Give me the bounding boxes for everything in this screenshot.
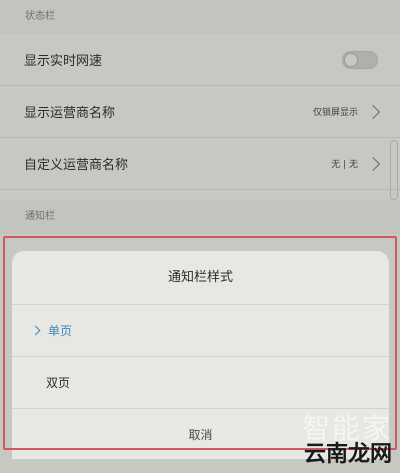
- setting-value: 无 | 无: [331, 160, 358, 170]
- setting-label: 自定义运营商名称: [24, 158, 129, 173]
- highlight-annotation-box: [3, 236, 397, 450]
- status-bar-section-header: 状态栏: [0, 0, 400, 34]
- setting-label: 显示实时网速: [24, 54, 103, 69]
- notification-section-header: 通知栏: [0, 200, 400, 234]
- setting-label: 显示运营商名称: [24, 106, 116, 121]
- chevron-right-icon: [365, 156, 381, 171]
- realtime-speed-toggle[interactable]: [342, 50, 378, 69]
- scrollbar[interactable]: [390, 140, 398, 200]
- setting-value: 仅锁屏显示: [312, 108, 358, 118]
- setting-row-custom-carrier-name[interactable]: 自定义运营商名称 无 | 无: [0, 138, 400, 190]
- chevron-right-icon: [365, 104, 381, 119]
- setting-row-realtime-speed[interactable]: 显示实时网速: [0, 34, 400, 86]
- setting-row-carrier-name[interactable]: 显示运营商名称 仅锁屏显示: [0, 86, 400, 138]
